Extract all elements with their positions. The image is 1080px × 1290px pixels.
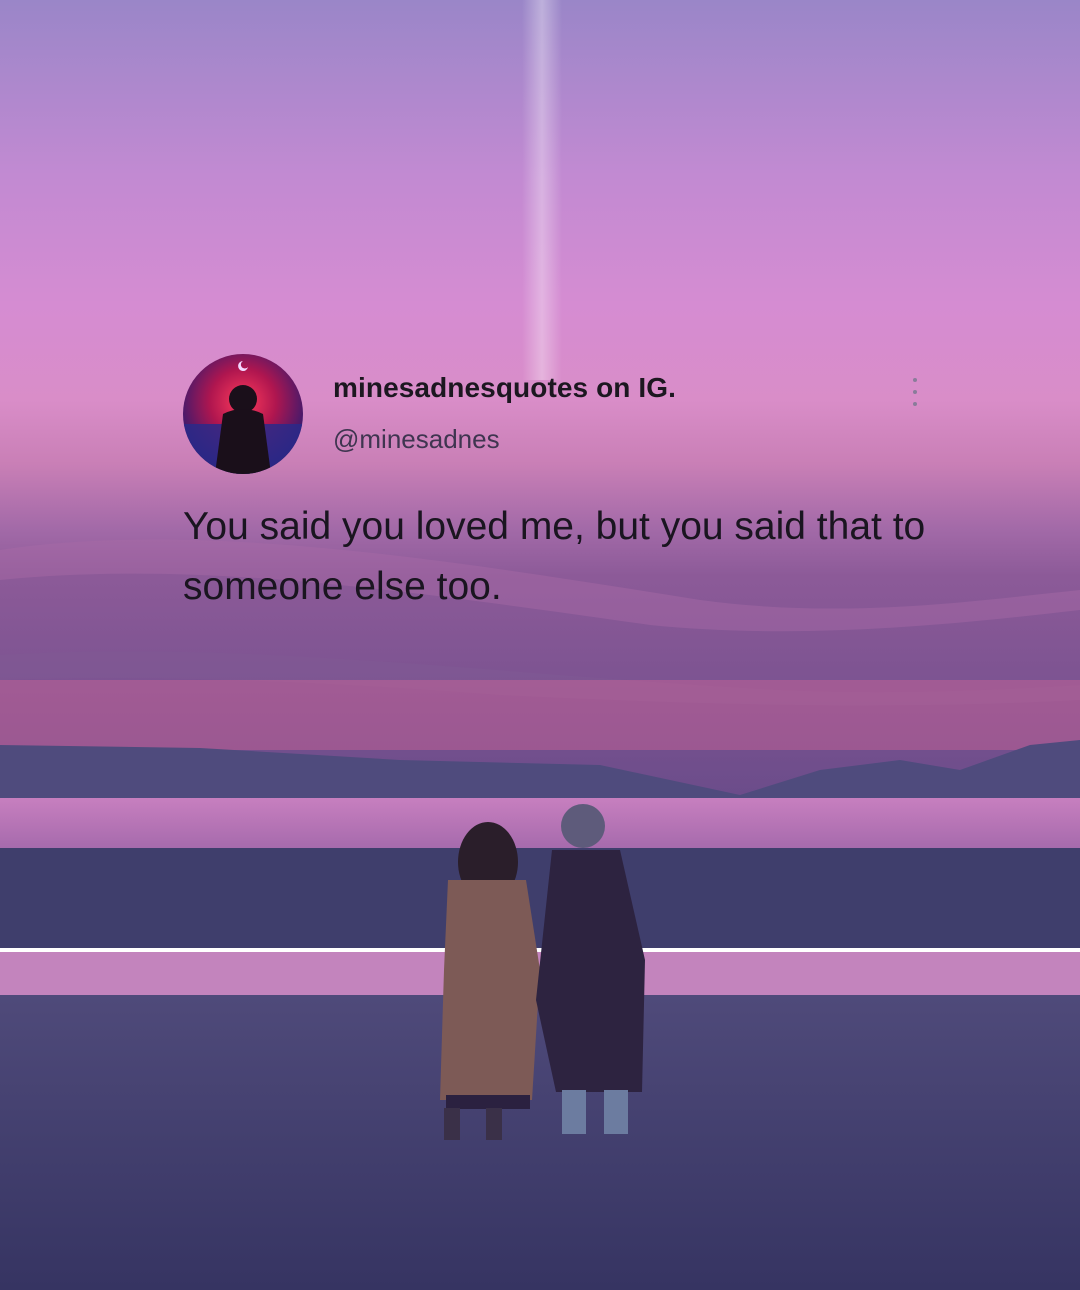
post-header: minesadnesquotes on IG. @minesadnes	[183, 354, 943, 474]
sea	[0, 798, 1080, 850]
light-beam	[522, 0, 562, 380]
sand	[0, 995, 1080, 1290]
more-options-button[interactable]	[905, 374, 925, 410]
post-text: You said you loved me, but you said that…	[183, 505, 926, 608]
moon-icon	[238, 361, 248, 371]
profile-avatar[interactable]	[183, 354, 303, 474]
user-handle[interactable]: @minesadnes	[333, 424, 500, 455]
sunset-glow	[0, 680, 1080, 750]
more-vertical-icon	[913, 378, 917, 382]
shoreline	[0, 848, 1080, 948]
beach-sunset-background	[0, 0, 1080, 1290]
username[interactable]: minesadnesquotes on IG.	[333, 372, 676, 404]
